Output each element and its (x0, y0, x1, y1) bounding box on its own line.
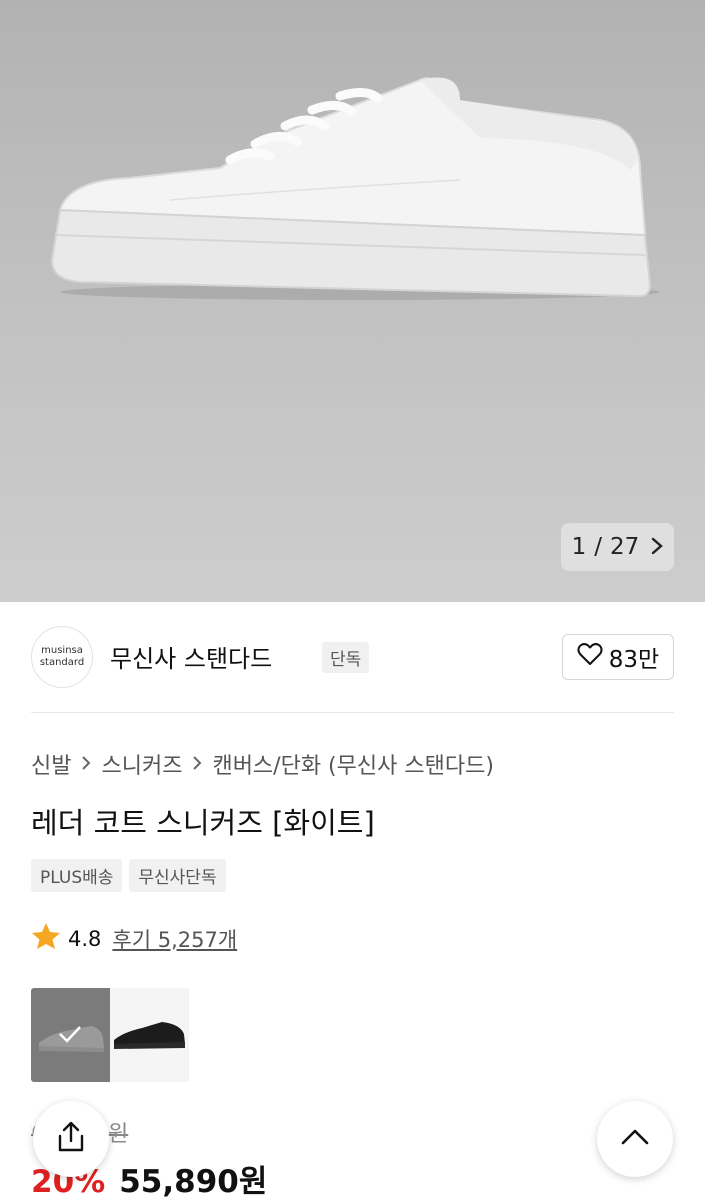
product-title: 레더 코트 스니커즈 [화이트] (31, 806, 375, 840)
sale-price: 55,890원 (119, 1164, 268, 1200)
share-button[interactable] (33, 1101, 109, 1177)
brand-row: musinsa standard 무신사 스탠다드 단독 83만 (31, 626, 674, 688)
like-button[interactable]: 83만 (562, 634, 674, 680)
black-sneaker-thumbnail (114, 1022, 185, 1049)
divider (31, 712, 674, 713)
share-icon (56, 1121, 86, 1157)
breadcrumb-item-canvas[interactable]: 캔버스/단화 (무신사 스탠다드) (212, 748, 493, 780)
brand-name[interactable]: 무신사 스탠다드 (110, 639, 272, 674)
star-icon (31, 922, 61, 955)
exclusive-badge: 단독 (322, 642, 370, 673)
check-icon (58, 1021, 82, 1049)
brand-logo[interactable]: musinsa standard (31, 626, 93, 688)
rating: 4.8 후기 5,257개 (31, 922, 237, 955)
image-counter[interactable]: 1 / 27 (561, 523, 674, 571)
reviews-link[interactable]: 후기 5,257개 (112, 924, 237, 954)
tag-plus-delivery: PLUS배송 (31, 859, 123, 892)
breadcrumb-item-sneakers[interactable]: 스니커즈 (101, 748, 182, 780)
breadcrumb: 신발 스니커즈 캔버스/단화 (무신사 스탠다드) (31, 748, 494, 780)
color-options (31, 988, 189, 1082)
brand-logo-line2: standard (39, 657, 85, 668)
product-image-gallery[interactable]: 1 / 27 (0, 0, 705, 602)
image-counter-total: 27 (610, 534, 640, 560)
product-tags: PLUS배송 무신사단독 (31, 859, 226, 892)
chevron-right-icon (81, 752, 91, 776)
brand-logo-line1: musinsa (41, 645, 83, 656)
color-option-black[interactable] (110, 988, 189, 1082)
chevron-right-icon (192, 752, 202, 776)
image-counter-current: 1 (571, 534, 587, 560)
chevron-right-icon[interactable] (651, 533, 664, 561)
like-count: 83만 (608, 647, 660, 673)
breadcrumb-item-shoes[interactable]: 신발 (31, 748, 71, 780)
color-option-white[interactable] (31, 988, 110, 1082)
rating-score: 4.8 (68, 926, 102, 951)
scroll-top-button[interactable] (597, 1101, 673, 1177)
sneaker-image (50, 77, 660, 300)
image-counter-separator: / (594, 534, 603, 560)
chevron-up-icon (620, 1128, 650, 1150)
tag-exclusive: 무신사단독 (129, 859, 226, 892)
heart-icon (577, 642, 603, 672)
